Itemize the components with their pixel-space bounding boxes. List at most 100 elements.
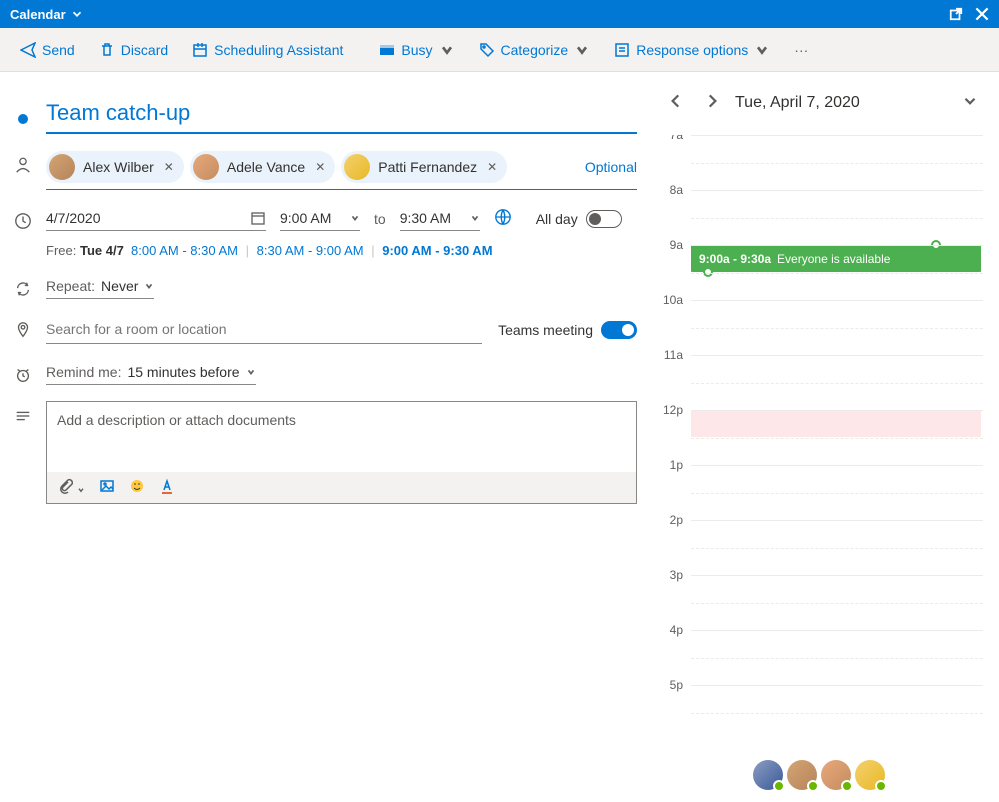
optional-attendees-link[interactable]: Optional bbox=[585, 159, 637, 175]
attendees-field[interactable]: Alex Wilber ✕ Adele Vance ✕ Patti Fernan… bbox=[46, 150, 637, 190]
remove-attendee-icon[interactable]: ✕ bbox=[162, 160, 176, 174]
hour-label: 2p bbox=[655, 513, 691, 568]
hour-label: 1p bbox=[655, 458, 691, 513]
chevron-down-icon bbox=[144, 281, 154, 291]
popout-icon[interactable] bbox=[949, 7, 963, 21]
next-day-button[interactable] bbox=[699, 88, 725, 117]
avatar bbox=[193, 154, 219, 180]
image-button[interactable] bbox=[99, 478, 115, 497]
hour-label: 4p bbox=[655, 623, 691, 678]
avatar[interactable] bbox=[753, 760, 783, 790]
titlebar-title: Calendar bbox=[10, 7, 66, 22]
chevron-down-icon bbox=[350, 213, 360, 223]
hour-cell[interactable] bbox=[691, 520, 983, 575]
remove-attendee-icon[interactable]: ✕ bbox=[313, 160, 327, 174]
free-times: Free: Tue 4/7 8:00 AM - 8:30 AM | 8:30 A… bbox=[46, 243, 637, 258]
attendee-chip[interactable]: Patti Fernandez ✕ bbox=[341, 151, 507, 183]
send-button[interactable]: Send bbox=[10, 36, 85, 64]
prev-day-button[interactable] bbox=[663, 88, 689, 117]
clock-icon bbox=[14, 212, 32, 230]
reminder-icon bbox=[14, 366, 32, 384]
end-time-field[interactable]: 9:30 AM bbox=[400, 206, 480, 231]
avatar[interactable] bbox=[855, 760, 885, 790]
hour-cell[interactable] bbox=[691, 300, 983, 355]
hour-cell[interactable] bbox=[691, 410, 983, 465]
timezone-icon[interactable] bbox=[494, 208, 512, 229]
toolbar: Send Discard Scheduling Assistant Busy C… bbox=[0, 28, 999, 72]
response-icon bbox=[614, 42, 630, 58]
busy-icon bbox=[379, 42, 395, 58]
location-icon bbox=[14, 321, 32, 339]
calendar-color-bullet bbox=[18, 114, 28, 124]
hour-label: 9a bbox=[655, 238, 691, 293]
hour-cell[interactable] bbox=[691, 575, 983, 630]
start-time-field[interactable]: 9:00 AM bbox=[280, 206, 360, 231]
free-slot-link[interactable]: 9:00 AM - 9:30 AM bbox=[382, 243, 492, 258]
discard-button[interactable]: Discard bbox=[89, 36, 178, 64]
hour-cell[interactable] bbox=[691, 190, 983, 245]
all-day-toggle[interactable] bbox=[586, 210, 622, 228]
hour-label: 12p bbox=[655, 403, 691, 458]
avatar bbox=[344, 154, 370, 180]
attendee-chip[interactable]: Adele Vance ✕ bbox=[190, 151, 335, 183]
calendar-expand-button[interactable] bbox=[957, 88, 983, 117]
to-label: to bbox=[374, 211, 386, 227]
more-button[interactable]: ··· bbox=[784, 36, 818, 64]
scheduling-assistant-button[interactable]: Scheduling Assistant bbox=[182, 36, 353, 64]
free-slot-link[interactable]: 8:00 AM - 8:30 AM bbox=[131, 243, 238, 258]
chevron-down-icon[interactable] bbox=[70, 7, 84, 21]
busy-button[interactable]: Busy bbox=[369, 36, 464, 64]
hour-cell[interactable] bbox=[691, 630, 983, 685]
format-button[interactable] bbox=[159, 478, 175, 497]
hour-cell[interactable] bbox=[691, 465, 983, 520]
chevron-down-icon bbox=[439, 42, 455, 58]
tag-icon bbox=[479, 42, 495, 58]
all-day-label: All day bbox=[536, 211, 578, 227]
calendar-grid[interactable]: 9:00a - 9:30a Everyone is available 7a8a… bbox=[655, 135, 983, 748]
categorize-button[interactable]: Categorize bbox=[469, 36, 601, 64]
person-icon bbox=[14, 156, 32, 174]
send-icon bbox=[20, 42, 36, 58]
event-form: Alex Wilber ✕ Adele Vance ✕ Patti Fernan… bbox=[0, 72, 655, 802]
scheduling-icon bbox=[192, 42, 208, 58]
hour-label: 11a bbox=[655, 348, 691, 403]
window-titlebar: Calendar bbox=[0, 0, 999, 28]
repeat-field[interactable]: Repeat: Never bbox=[46, 274, 154, 299]
response-options-button[interactable]: Response options bbox=[604, 36, 780, 64]
close-icon[interactable] bbox=[973, 5, 991, 23]
title-input[interactable] bbox=[46, 96, 637, 134]
hour-cell[interactable] bbox=[691, 245, 983, 300]
avatar[interactable] bbox=[821, 760, 851, 790]
trash-icon bbox=[99, 42, 115, 58]
free-slot-link[interactable]: 8:30 AM - 9:00 AM bbox=[257, 243, 364, 258]
chevron-down-icon bbox=[470, 213, 480, 223]
calendar-date-label: Tue, April 7, 2020 bbox=[735, 94, 947, 112]
hour-cell[interactable] bbox=[691, 685, 983, 740]
mini-calendar: Tue, April 7, 2020 9:00a - 9:30a Everyon… bbox=[655, 72, 999, 802]
description-input[interactable]: Add a description or attach documents bbox=[47, 402, 636, 472]
attach-button[interactable] bbox=[57, 478, 85, 497]
attendee-availability-avatars bbox=[655, 748, 983, 802]
description-toolbar bbox=[47, 472, 636, 503]
avatar[interactable] bbox=[787, 760, 817, 790]
attendee-chip[interactable]: Alex Wilber ✕ bbox=[46, 151, 184, 183]
chevron-down-icon bbox=[574, 42, 590, 58]
chevron-down-icon bbox=[754, 42, 770, 58]
teams-meeting-label: Teams meeting bbox=[498, 322, 593, 338]
avatar bbox=[49, 154, 75, 180]
hour-cell[interactable] bbox=[691, 355, 983, 410]
hour-cell[interactable] bbox=[691, 135, 983, 190]
hour-label: 5p bbox=[655, 678, 691, 733]
reminder-field[interactable]: Remind me: 15 minutes before bbox=[46, 360, 256, 385]
repeat-icon bbox=[14, 280, 32, 298]
remove-attendee-icon[interactable]: ✕ bbox=[485, 160, 499, 174]
hour-label: 7a bbox=[655, 135, 691, 183]
description-icon bbox=[14, 407, 32, 425]
chevron-down-icon bbox=[246, 367, 256, 377]
emoji-button[interactable] bbox=[129, 478, 145, 497]
location-input[interactable] bbox=[46, 315, 482, 344]
date-field[interactable]: 4/7/2020 bbox=[46, 206, 266, 231]
description-box: Add a description or attach documents bbox=[46, 401, 637, 504]
teams-meeting-toggle[interactable] bbox=[601, 321, 637, 339]
hour-label: 3p bbox=[655, 568, 691, 623]
